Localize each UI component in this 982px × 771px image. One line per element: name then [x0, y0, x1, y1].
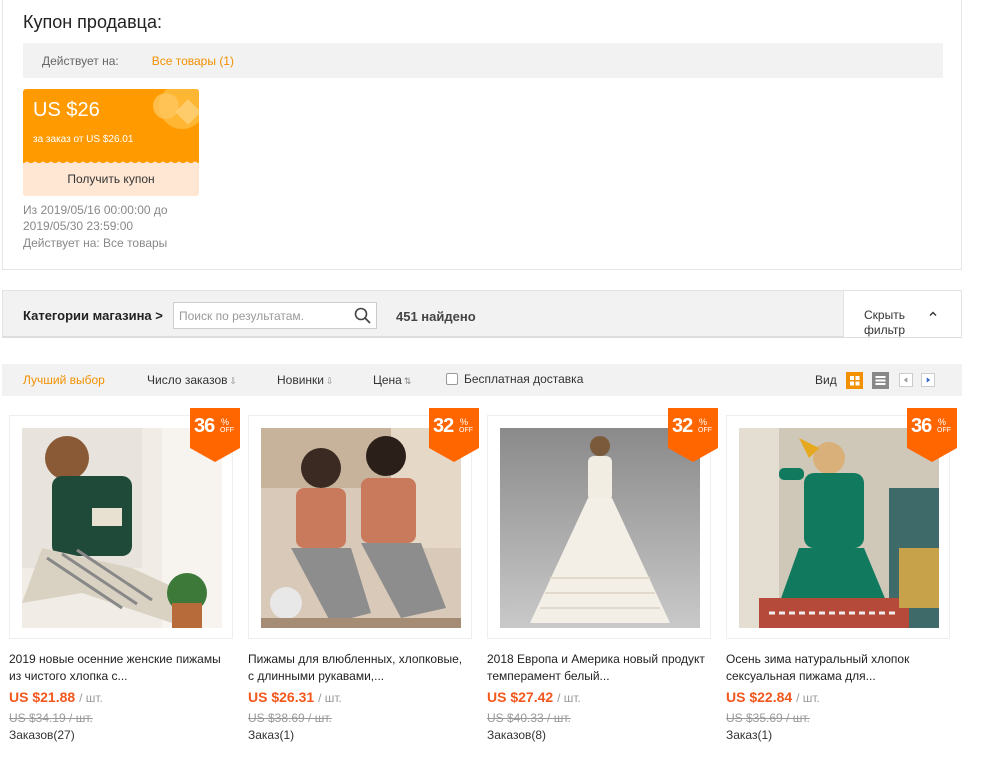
price-value: US $21.88	[9, 689, 76, 705]
price-value: US $22.84	[726, 689, 793, 705]
product-title[interactable]: 2019 новые осенние женские пижамы из чис…	[9, 651, 231, 685]
hide-filter-button[interactable]: Скрыть фильтр	[843, 291, 961, 337]
price-unit: / шт.	[557, 691, 581, 705]
off-label: OFF	[937, 427, 951, 434]
discount-percent: 36	[911, 415, 932, 437]
discount-percent: 36	[194, 415, 215, 437]
coupon-condition: за заказ от US $26.01	[33, 134, 134, 145]
old-price: US $35.69 / шт.	[726, 711, 810, 725]
old-price: US $40.33 / шт.	[487, 711, 571, 725]
applies-label: Действует на:	[42, 53, 119, 68]
sort-price-label: Цена	[373, 373, 402, 387]
coupon-validity: Из 2019/05/16 00:00:00 до 2019/05/30 23:…	[23, 202, 168, 234]
discount-badge: 36 % OFF	[190, 408, 240, 462]
price-unit: / шт.	[796, 691, 820, 705]
arrow-down-icon: ⇩	[326, 376, 334, 386]
coupon-amount: US $26	[33, 99, 100, 121]
percent-sign: %	[938, 417, 947, 427]
view-label: Вид	[815, 373, 837, 387]
product-title[interactable]: 2018 Европа и Америка новый продукт темп…	[487, 651, 709, 685]
coupon-applies-all: Действует на: Все товары	[23, 236, 168, 250]
old-price: US $34.19 / шт.	[9, 711, 93, 725]
old-price: US $38.69 / шт.	[248, 711, 332, 725]
get-coupon-button[interactable]: Получить купон	[23, 163, 199, 196]
coupon-face: US $26 за заказ от US $26.01	[23, 89, 199, 163]
filter-bar: Категории магазина > 451 найдено Скрыть …	[2, 290, 962, 338]
free-shipping-label: Бесплатная доставка	[464, 372, 584, 386]
sort-best-match[interactable]: Лучший выбор	[23, 373, 105, 387]
sort-bar: Лучший выбор Число заказов ⇩ Новинки ⇩ Цен…	[2, 364, 962, 396]
sort-price[interactable]: Цена ⇅	[373, 373, 411, 387]
free-shipping-checkbox[interactable]	[446, 373, 458, 385]
free-shipping-filter[interactable]: Бесплатная доставка	[446, 372, 583, 386]
discount-percent: 32	[672, 415, 693, 437]
price-unit: / шт.	[318, 691, 342, 705]
off-label: OFF	[220, 427, 234, 434]
product-image-link[interactable]: 36 % OFF	[9, 408, 240, 639]
price-value: US $26.31	[248, 689, 315, 705]
discount-badge: 36 % OFF	[907, 408, 957, 462]
off-label: OFF	[698, 427, 712, 434]
percent-sign: %	[460, 417, 469, 427]
percent-sign: %	[699, 417, 708, 427]
order-count: Заказов(8)	[487, 728, 547, 742]
all-products-link[interactable]: Все товары (1)	[152, 54, 234, 68]
order-count: Заказ(1)	[248, 728, 295, 742]
coupon-date-from: Из 2019/05/16 00:00:00 до	[23, 203, 168, 217]
coupon-card: US $26 за заказ от US $26.01 Получить ку…	[23, 89, 199, 196]
product-price: US $26.31 / шт.	[248, 689, 342, 705]
sort-orders[interactable]: Число заказов ⇩	[147, 373, 237, 387]
sort-updown-icon: ⇅	[403, 376, 412, 386]
order-count: Заказ(1)	[726, 728, 773, 742]
store-categories-link[interactable]: Категории магазина >	[23, 308, 163, 323]
off-label: OFF	[459, 427, 473, 434]
grid-view-icon[interactable]	[846, 372, 863, 389]
search-box	[173, 302, 377, 329]
product-title[interactable]: Пижамы для влюбленных, хлопковые, с длин…	[248, 651, 470, 685]
discount-badge: 32 % OFF	[668, 408, 718, 462]
discount-badge: 32 % OFF	[429, 408, 479, 462]
applies-bar: Действует на: Все товары (1)	[23, 43, 943, 78]
product-image-link[interactable]: 32 % OFF	[248, 408, 479, 639]
product-image-link[interactable]: 36 % OFF	[726, 408, 957, 639]
chevron-up-icon	[929, 311, 937, 316]
percent-sign: %	[221, 417, 230, 427]
coupon-section: Купон продавца: Действует на: Все товары…	[2, 0, 962, 270]
order-count: Заказов(27)	[9, 728, 75, 742]
search-input[interactable]	[174, 303, 346, 328]
sort-orders-label: Число заказов	[147, 373, 228, 387]
product-image-link[interactable]: 32 % OFF	[487, 408, 718, 639]
product-price: US $27.42 / шт.	[487, 689, 581, 705]
coupon-title: Купон продавца:	[23, 12, 162, 32]
arrow-down-icon: ⇩	[229, 376, 238, 386]
price-unit: / шт.	[79, 691, 103, 705]
product-title[interactable]: Осень зима натуральный хлопок сексуальна…	[726, 651, 948, 685]
sort-newest-label: Новинки	[277, 373, 324, 387]
search-icon[interactable]	[354, 307, 371, 324]
list-view-icon[interactable]	[872, 372, 889, 389]
hide-filter-label: Скрыть фильтр	[864, 308, 906, 337]
discount-percent: 32	[433, 415, 454, 437]
coupon-decoration	[153, 93, 179, 119]
coupon-date-to: 2019/05/30 23:59:00	[23, 219, 134, 233]
prev-page-icon[interactable]	[899, 373, 913, 387]
product-price: US $22.84 / шт.	[726, 689, 820, 705]
sort-newest[interactable]: Новинки ⇩	[277, 373, 334, 387]
product-price: US $21.88 / шт.	[9, 689, 103, 705]
results-count: 451 найдено	[396, 309, 476, 324]
next-page-icon[interactable]	[921, 373, 935, 387]
price-value: US $27.42	[487, 689, 554, 705]
